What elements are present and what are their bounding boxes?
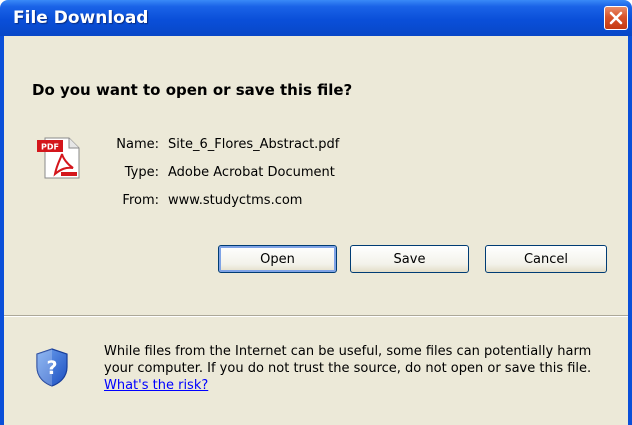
save-button[interactable]: Save: [350, 245, 469, 273]
dialog-separator: [4, 315, 628, 317]
dialog-question: Do you want to open or save this file?: [32, 81, 353, 99]
svg-text:PDF: PDF: [41, 143, 59, 152]
file-type-value: Adobe Acrobat Document: [168, 165, 335, 180]
pdf-file-icon: PDF: [35, 134, 85, 180]
whats-the-risk-link[interactable]: What's the risk?: [104, 378, 208, 393]
security-shield-icon: ?: [34, 347, 70, 387]
security-warning: While files from the Internet can be use…: [104, 343, 619, 394]
warning-text: While files from the Internet can be use…: [104, 344, 592, 376]
close-icon: [609, 11, 623, 25]
file-name-label: Name:: [116, 137, 159, 152]
cancel-button[interactable]: Cancel: [485, 245, 607, 273]
file-source-label: From:: [122, 193, 159, 208]
window-title: File Download: [13, 8, 149, 28]
file-type-label: Type:: [124, 165, 159, 180]
title-bar[interactable]: File Download: [0, 0, 632, 36]
close-button[interactable]: [604, 6, 628, 30]
file-download-dialog: File Download Do you want to open or sav…: [0, 0, 632, 425]
open-button[interactable]: Open: [218, 245, 337, 273]
file-source-value: www.studyctms.com: [168, 193, 303, 208]
svg-text:?: ?: [46, 357, 57, 379]
file-name-value: Site_6_Flores_Abstract.pdf: [168, 137, 340, 152]
